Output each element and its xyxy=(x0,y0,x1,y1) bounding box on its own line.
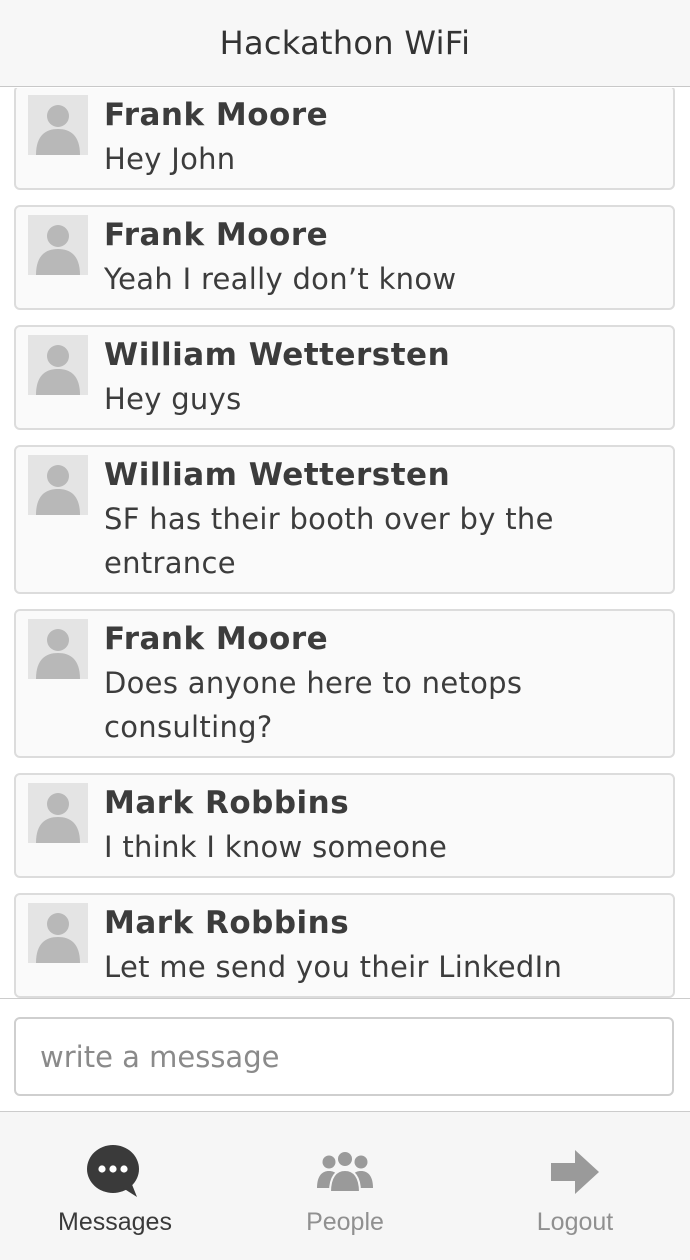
message-item[interactable]: Mark Robbins I think I know someone xyxy=(14,773,675,878)
avatar xyxy=(28,455,88,515)
message-author: Frank Moore xyxy=(104,621,329,657)
message-item[interactable]: Frank Moore Yeah I really don’t know xyxy=(14,205,675,310)
bottom-tab-bar: Messages People Logout xyxy=(0,1112,690,1260)
message-text: Let me send you their LinkedIn xyxy=(104,950,563,984)
message-author: Frank Moore xyxy=(104,97,329,133)
compose-bar xyxy=(0,998,690,1112)
person-silhouette-icon xyxy=(36,793,80,843)
avatar xyxy=(28,335,88,395)
message-text: Yeah I really don’t know xyxy=(104,262,457,296)
message-item[interactable]: Frank Moore Hey John xyxy=(14,88,675,190)
message-author: Mark Robbins xyxy=(104,905,350,941)
person-silhouette-icon xyxy=(36,225,80,275)
person-silhouette-icon xyxy=(36,629,80,679)
message-author: William Wettersten xyxy=(104,457,451,493)
chat-bubble-icon xyxy=(85,1144,145,1200)
tab-logout[interactable]: Logout xyxy=(460,1112,690,1260)
message-author: Frank Moore xyxy=(104,217,329,253)
message-author: Mark Robbins xyxy=(104,785,350,821)
message-text: Does anyone here to netops consulting? xyxy=(104,666,523,744)
tab-label: People xyxy=(306,1208,384,1236)
message-item[interactable]: William Wettersten SF has their booth ov… xyxy=(14,445,675,594)
arrow-right-icon xyxy=(545,1144,605,1200)
message-text: SF has their booth over by the entrance xyxy=(104,502,554,580)
message-text: Hey John xyxy=(104,142,236,176)
tab-label: Messages xyxy=(58,1208,172,1236)
app-header: Hackathon WiFi xyxy=(0,0,690,87)
avatar xyxy=(28,215,88,275)
person-silhouette-icon xyxy=(36,345,80,395)
message-item[interactable]: Mark Robbins Let me send you their Linke… xyxy=(14,893,675,998)
person-silhouette-icon xyxy=(36,105,80,155)
avatar xyxy=(28,95,88,155)
people-icon xyxy=(315,1144,375,1200)
person-silhouette-icon xyxy=(36,465,80,515)
message-text: Hey guys xyxy=(104,382,242,416)
message-text: I think I know someone xyxy=(104,830,448,864)
app-screen: Hackathon WiFi Frank Moore Hey John Fran… xyxy=(0,0,690,1260)
message-item[interactable]: William Wettersten Hey guys xyxy=(14,325,675,430)
tab-people[interactable]: People xyxy=(230,1112,460,1260)
message-list: Frank Moore Hey John Frank Moore Yeah I … xyxy=(0,88,690,998)
tab-label: Logout xyxy=(536,1208,614,1236)
message-input[interactable] xyxy=(14,1017,674,1096)
avatar xyxy=(28,783,88,843)
message-author: William Wettersten xyxy=(104,337,451,373)
tab-messages[interactable]: Messages xyxy=(0,1112,230,1260)
avatar xyxy=(28,903,88,963)
message-item[interactable]: Frank Moore Does anyone here to netops c… xyxy=(14,609,675,758)
page-title: Hackathon WiFi xyxy=(219,24,471,62)
person-silhouette-icon xyxy=(36,913,80,963)
message-feed[interactable]: Frank Moore Hey John Frank Moore Yeah I … xyxy=(0,88,690,998)
avatar xyxy=(28,619,88,679)
